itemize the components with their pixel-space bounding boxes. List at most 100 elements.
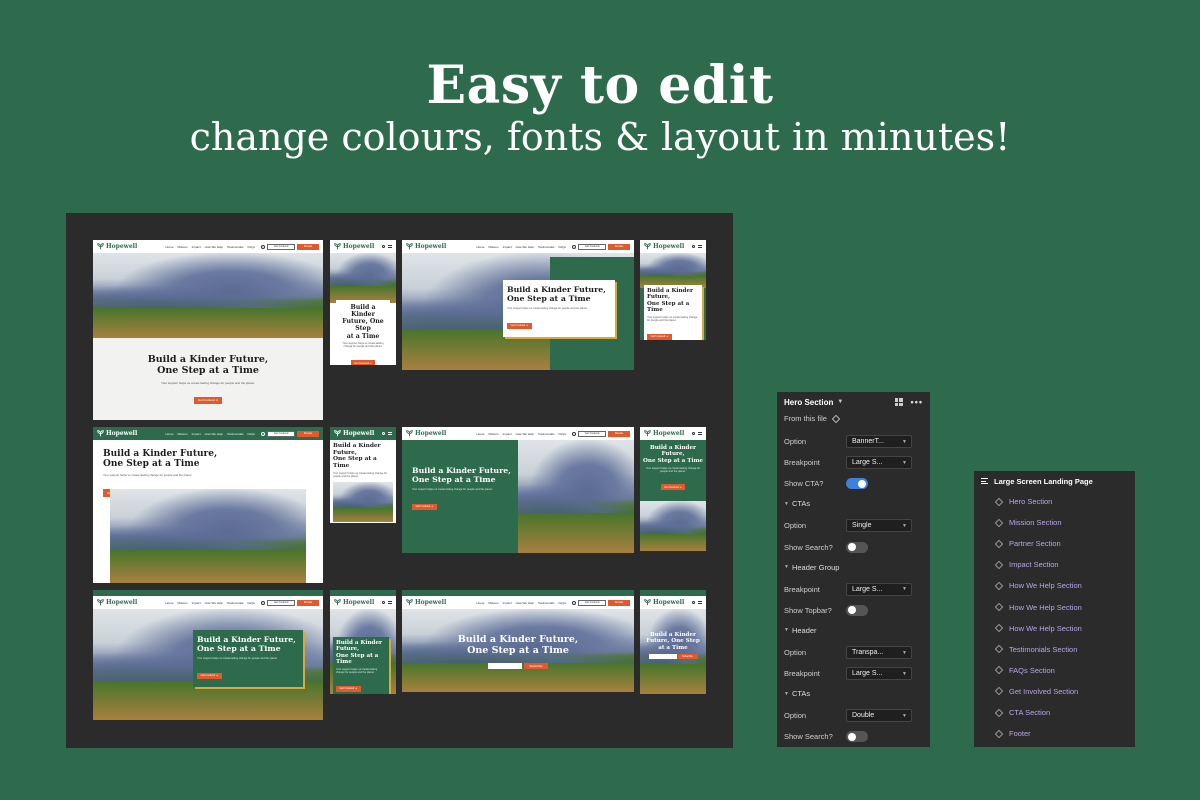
property-toggle[interactable] bbox=[846, 478, 868, 490]
toggle-knob bbox=[858, 479, 866, 488]
layer-item[interactable]: Footer bbox=[994, 729, 1031, 738]
property-toggle[interactable] bbox=[846, 541, 868, 553]
layer-item[interactable]: Testimonials Section bbox=[994, 645, 1077, 654]
hero-title-line: Build a Kinder Future, bbox=[457, 634, 579, 645]
chevron-down-icon[interactable]: ▼ bbox=[837, 399, 843, 405]
section-group-label[interactable]: ▼ CTAs bbox=[784, 499, 810, 508]
hero-cta-button[interactable]: Get Involved ➔ bbox=[412, 503, 437, 510]
more-icon[interactable]: ••• bbox=[911, 397, 923, 407]
site-logo[interactable]: Hopewell bbox=[406, 243, 446, 250]
layer-item[interactable]: Impact Section bbox=[994, 560, 1059, 569]
hero-cta-button[interactable]: Get Involved ➔ bbox=[197, 672, 222, 679]
layer-item[interactable]: Get Involved Section bbox=[994, 687, 1078, 696]
hero-title-line: at a Time bbox=[658, 644, 688, 651]
property-toggle[interactable] bbox=[846, 604, 868, 616]
section-group-label[interactable]: ▼ CTAs bbox=[784, 689, 810, 698]
mockup-desktop-overlay: Build a Kinder Future, One Step at a Time… bbox=[402, 240, 634, 370]
search-icon[interactable] bbox=[261, 244, 265, 249]
chevron-down-icon: ▼ bbox=[902, 459, 907, 466]
site-logo[interactable]: Hopewell bbox=[644, 243, 684, 250]
hero-cta-button[interactable]: Get Involved ➔ bbox=[660, 484, 686, 491]
hero-text: Your support helps us create lasting cha… bbox=[103, 473, 193, 478]
search-icon[interactable] bbox=[572, 431, 576, 436]
menu-icon[interactable] bbox=[698, 601, 702, 604]
get-involved-button[interactable]: Get Involved bbox=[578, 430, 606, 437]
search-icon[interactable] bbox=[382, 601, 385, 604]
donate-button[interactable]: Donate bbox=[608, 430, 630, 437]
hero-cta-button[interactable]: Get Involved ➔ bbox=[193, 396, 223, 405]
from-file-row[interactable]: From this file bbox=[784, 414, 923, 423]
menu-icon[interactable] bbox=[388, 245, 392, 248]
property-select[interactable]: Single ▼ bbox=[846, 519, 912, 533]
hero-cta-button[interactable]: Get Involved ➔ bbox=[507, 322, 532, 329]
property-select[interactable]: Double ▼ bbox=[846, 709, 912, 723]
design-canvas[interactable]: Build a Kinder Future, One Step at a Time… bbox=[66, 213, 733, 748]
property-select[interactable]: BannerT... ▼ bbox=[846, 435, 912, 448]
layer-item[interactable]: Partner Section bbox=[994, 539, 1061, 548]
subscribe-button[interactable]: Subscribe bbox=[677, 654, 698, 660]
property-toggle[interactable] bbox=[846, 731, 868, 743]
site-logo[interactable]: Hopewell bbox=[97, 430, 137, 437]
site-logo[interactable]: Hopewell bbox=[406, 599, 446, 606]
menu-icon[interactable] bbox=[698, 245, 702, 248]
layer-item[interactable]: Hero Section bbox=[994, 497, 1052, 506]
hero-title-line: One Step at a Time bbox=[643, 457, 703, 464]
get-involved-button[interactable]: Get Involved bbox=[267, 243, 295, 250]
search-icon[interactable] bbox=[572, 600, 576, 605]
donate-button[interactable]: Donate bbox=[608, 243, 630, 250]
layer-item[interactable]: CTA Section bbox=[994, 708, 1050, 717]
email-input[interactable] bbox=[648, 654, 677, 660]
search-icon[interactable] bbox=[692, 245, 695, 248]
property-select[interactable]: Large S... ▼ bbox=[846, 667, 912, 681]
component-title[interactable]: Hero Section bbox=[784, 398, 833, 407]
hero-cta-button[interactable]: Get Involved ➔ bbox=[350, 360, 376, 365]
menu-icon[interactable] bbox=[698, 432, 702, 435]
layer-item[interactable]: How We Help Section bbox=[994, 624, 1082, 633]
property-select[interactable]: Large S... ▼ bbox=[846, 582, 912, 596]
get-involved-button[interactable]: Get Involved bbox=[267, 599, 295, 606]
layer-item[interactable]: Mission Section bbox=[994, 518, 1062, 527]
site-brand-name: Hopewell bbox=[106, 599, 138, 606]
search-icon[interactable] bbox=[382, 245, 385, 248]
site-logo[interactable]: Hopewell bbox=[644, 430, 684, 437]
donate-button[interactable]: Donate bbox=[297, 243, 319, 250]
site-logo[interactable]: Hopewell bbox=[334, 243, 374, 250]
site-logo[interactable]: Hopewell bbox=[97, 599, 137, 606]
property-label: Show Search? bbox=[784, 732, 833, 742]
get-involved-button[interactable]: Get Involved bbox=[578, 243, 606, 250]
layer-item[interactable]: FAQs Section bbox=[994, 666, 1055, 675]
property-select[interactable]: Transpa... ▼ bbox=[846, 646, 912, 659]
site-logo[interactable]: Hopewell bbox=[97, 243, 137, 250]
site-logo[interactable]: Hopewell bbox=[406, 430, 446, 437]
menu-icon[interactable] bbox=[388, 432, 392, 435]
site-logo[interactable]: Hopewell bbox=[334, 599, 374, 606]
get-involved-button[interactable]: Get Involved bbox=[267, 430, 295, 437]
site-logo[interactable]: Hopewell bbox=[334, 430, 374, 437]
search-icon[interactable] bbox=[692, 601, 695, 604]
search-icon[interactable] bbox=[572, 244, 576, 249]
donate-button[interactable]: Donate bbox=[297, 599, 319, 606]
email-input[interactable] bbox=[488, 662, 522, 669]
section-group-label[interactable]: ▼ Header Group bbox=[784, 563, 839, 572]
donate-button[interactable]: Donate bbox=[608, 599, 630, 606]
site-logo[interactable]: Hopewell bbox=[644, 599, 684, 606]
search-icon[interactable] bbox=[261, 600, 265, 605]
layer-item[interactable]: How We Help Section bbox=[994, 581, 1082, 590]
leaf-logo-icon bbox=[97, 599, 104, 606]
property-select[interactable]: Large S... ▼ bbox=[846, 456, 912, 470]
nav-buttons: Get Involved Donate bbox=[261, 599, 319, 606]
frame-title[interactable]: Large Screen Landing Page bbox=[994, 477, 1093, 486]
menu-icon[interactable] bbox=[388, 601, 392, 604]
donate-button[interactable]: Donate bbox=[297, 430, 319, 437]
section-group-label[interactable]: ▼ Header bbox=[784, 626, 817, 635]
search-icon[interactable] bbox=[692, 432, 695, 435]
layer-item[interactable]: How We Help Section bbox=[994, 603, 1082, 612]
grid-icon[interactable] bbox=[894, 398, 903, 406]
subscribe-button[interactable]: Subscribe bbox=[524, 662, 548, 669]
nav-link: Testimonials bbox=[537, 244, 555, 249]
hero-cta-button[interactable]: Get Involved ➔ bbox=[647, 333, 672, 340]
search-icon[interactable] bbox=[382, 432, 385, 435]
search-icon[interactable] bbox=[261, 431, 265, 436]
get-involved-button[interactable]: Get Involved bbox=[578, 599, 606, 606]
hero-cta-button[interactable]: Get Involved ➔ bbox=[336, 685, 361, 692]
